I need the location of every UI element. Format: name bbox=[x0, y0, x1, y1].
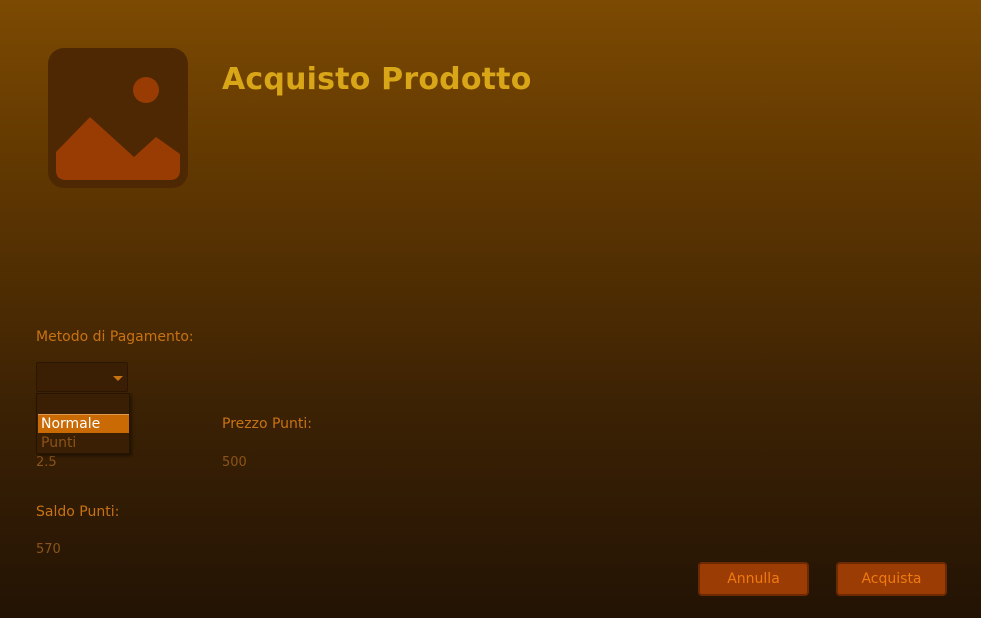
cancel-button[interactable]: Annulla bbox=[698, 562, 809, 596]
image-placeholder-icon bbox=[48, 48, 188, 188]
payment-option-punti[interactable]: Punti bbox=[38, 434, 129, 453]
payment-method-dropdown: Normale Punti bbox=[36, 393, 130, 454]
payment-method-label: Metodo di Pagamento: bbox=[36, 329, 194, 345]
points-balance-value: 570 bbox=[36, 542, 61, 557]
points-balance-label: Saldo Punti: bbox=[36, 504, 120, 520]
payment-option-normale[interactable]: Normale bbox=[38, 414, 129, 433]
payment-method-select[interactable] bbox=[36, 362, 128, 392]
price-value: 2.5 bbox=[36, 455, 57, 470]
points-price-value: 500 bbox=[222, 455, 247, 470]
page-title: Acquisto Prodotto bbox=[222, 62, 532, 97]
chevron-down-icon[interactable] bbox=[113, 376, 123, 381]
product-image bbox=[48, 48, 188, 188]
buy-button[interactable]: Acquista bbox=[836, 562, 947, 596]
points-price-label: Prezzo Punti: bbox=[222, 416, 313, 432]
